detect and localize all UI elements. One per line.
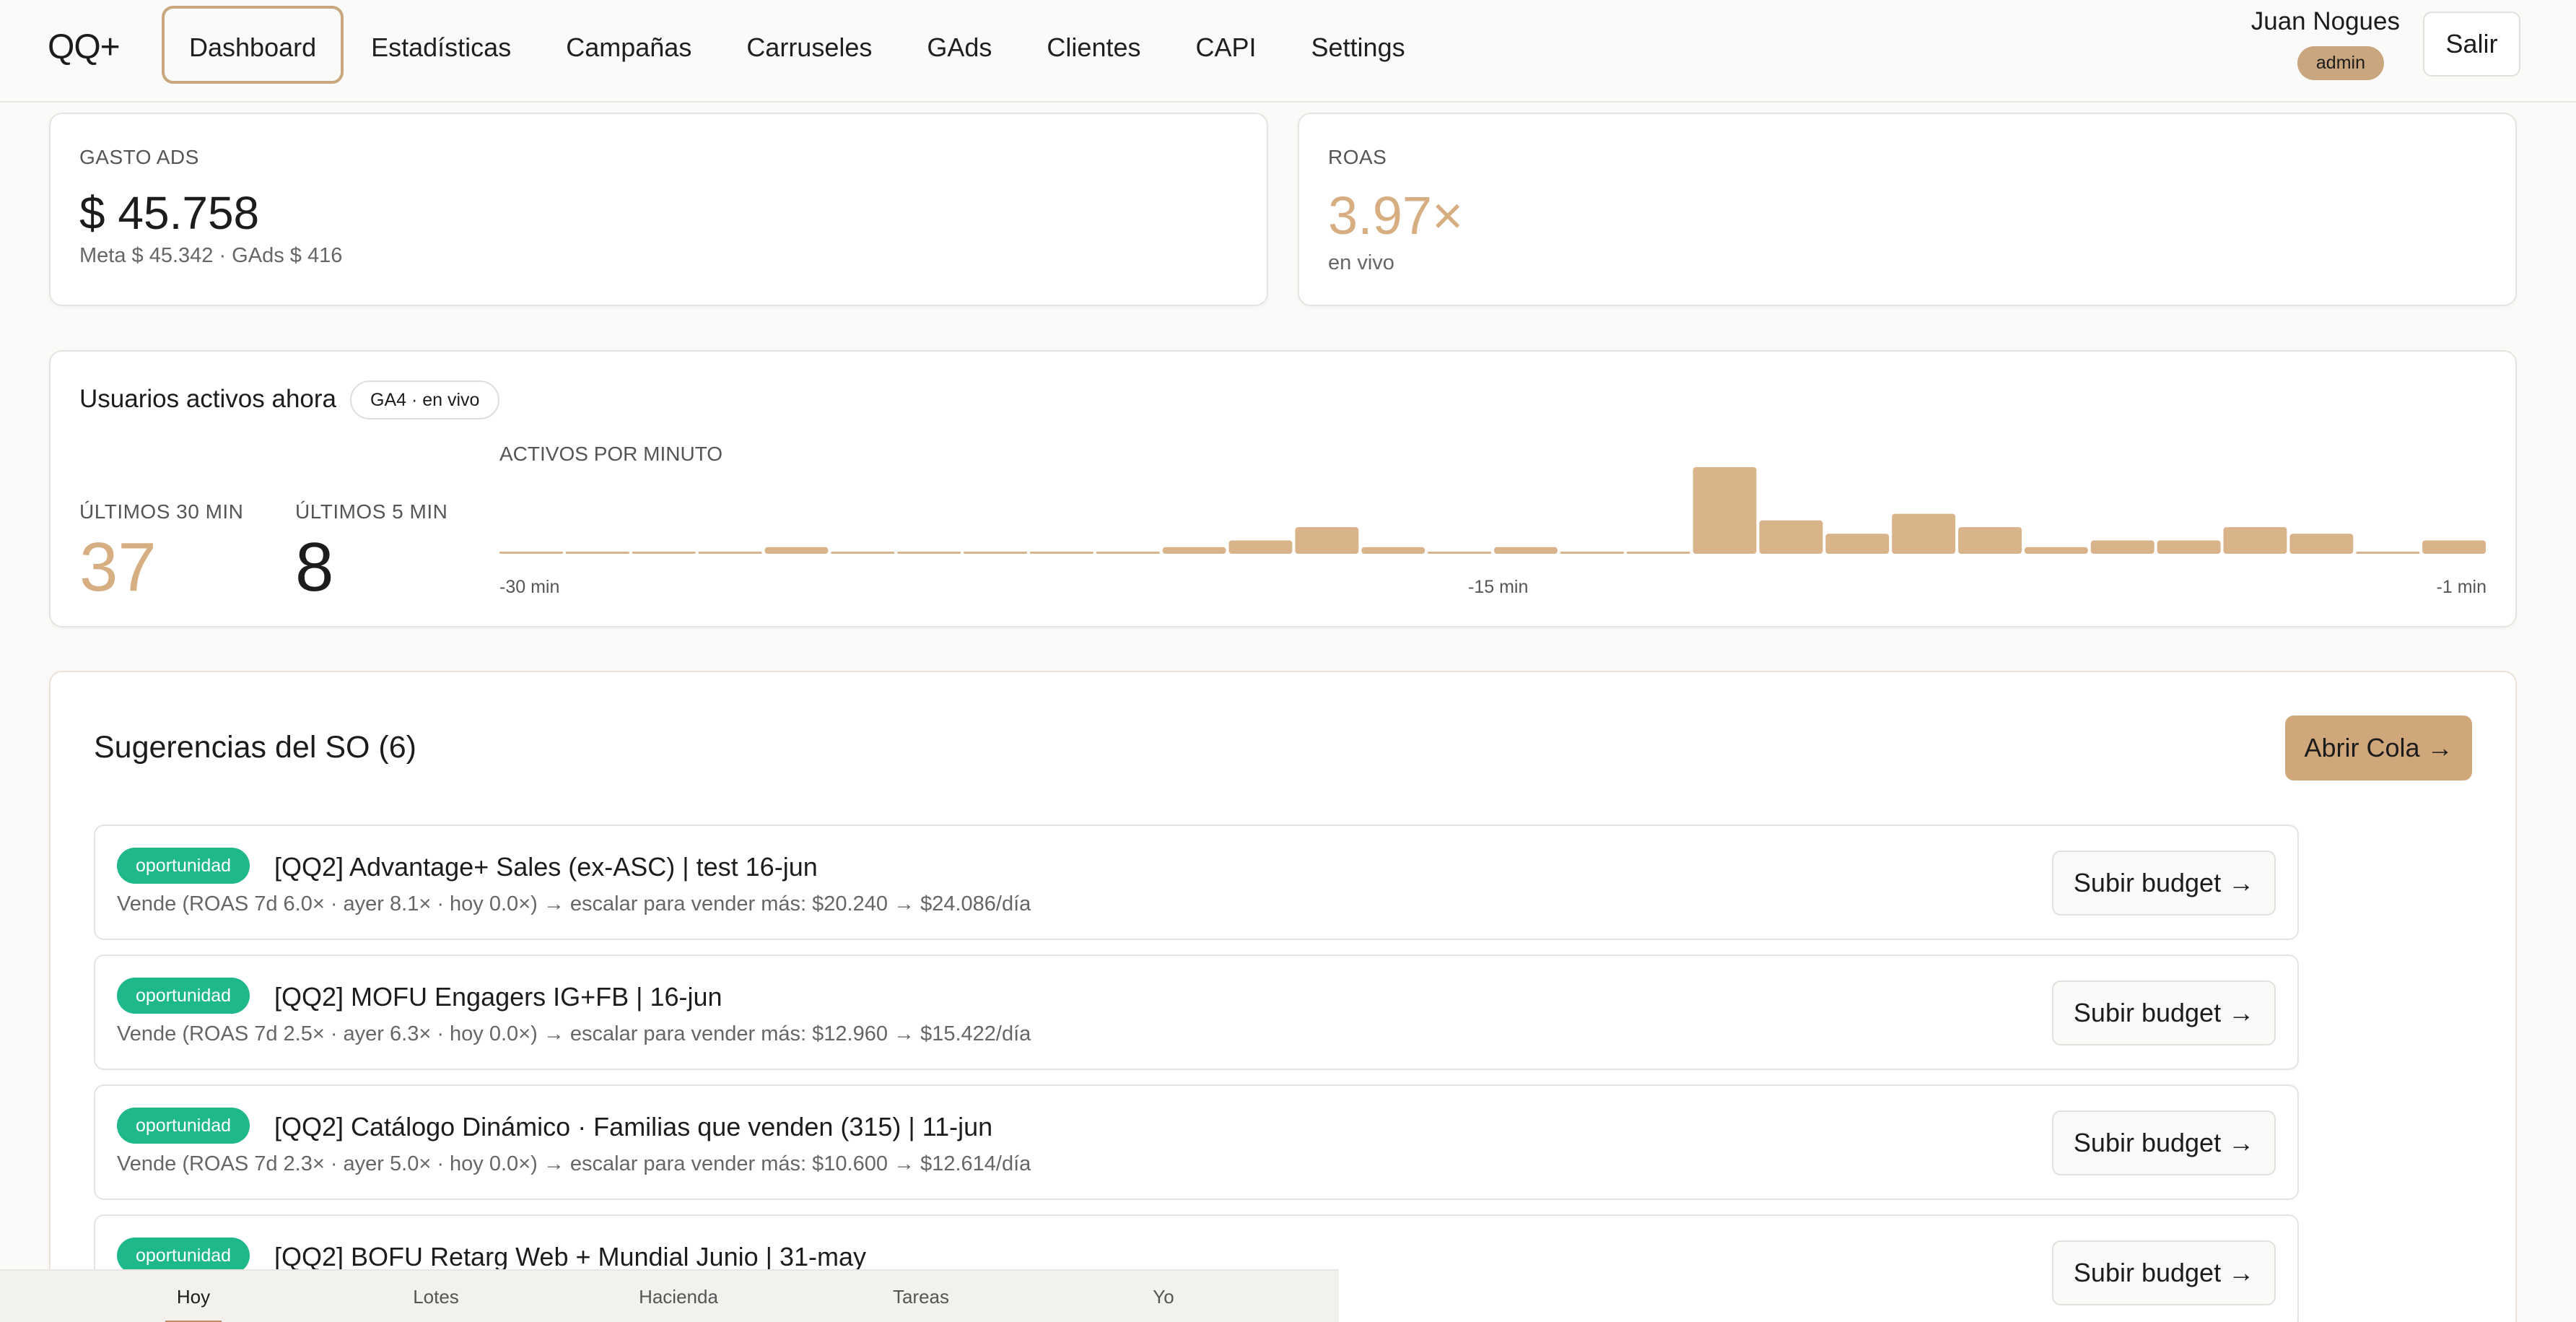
opportunity-tag: oportunidad — [117, 1238, 250, 1274]
chart-bar-4 — [764, 547, 829, 554]
chart-bar-3 — [698, 552, 762, 554]
ga4-live-pill: GA4 · en vivo — [350, 380, 500, 419]
roas-label: ROAS — [1328, 146, 1387, 168]
brand-logo[interactable]: QQ+ — [48, 27, 121, 67]
opportunity-tag: oportunidad — [117, 1108, 250, 1144]
active-users-card: Usuarios activos ahora GA4 · en vivo ÚLT… — [49, 350, 2517, 627]
chart-bar-2 — [632, 552, 696, 554]
bottom-tab-lotes[interactable]: Lotes — [315, 1271, 557, 1322]
opportunity-tag: oportunidad — [117, 978, 250, 1014]
chart-bar-12 — [1295, 527, 1359, 554]
chart-bar-13 — [1361, 547, 1425, 554]
user-name: Juan Nogues — [2250, 7, 2400, 35]
tab-carruseles[interactable]: Carruseles — [719, 6, 899, 84]
tab-campanas[interactable]: Campañas — [538, 6, 719, 84]
suggestion-row: oportunidad [QQ2] MOFU Engagers IG+FB | … — [94, 954, 2299, 1070]
tab-estadisticas[interactable]: Estadísticas — [344, 6, 538, 84]
tab-dashboard[interactable]: Dashboard — [162, 6, 344, 84]
chart-bar-5 — [831, 552, 895, 554]
suggestion-desc: Vende (ROAS 7d 2.5× · ayer 6.3× · hoy 0.… — [117, 1022, 1031, 1045]
active-users-title: Usuarios activos ahora — [79, 385, 336, 413]
suggestion-row: oportunidad [QQ2] Advantage+ Sales (ex-A… — [94, 825, 2299, 940]
chart-bar-8 — [1029, 552, 1093, 554]
bottom-tab-yo[interactable]: Yo — [1042, 1271, 1285, 1322]
chart-bar-14 — [1428, 552, 1491, 554]
x-tick-mid: -15 min — [1468, 577, 1529, 597]
chart-title: ACTIVOS POR MINUTO — [499, 443, 723, 465]
chart-bar-22 — [1958, 527, 2022, 554]
raise-budget-button[interactable]: Subir budget → — [2052, 1240, 2276, 1305]
tab-clientes[interactable]: Clientes — [1019, 6, 1168, 84]
tab-capi[interactable]: CAPI — [1168, 6, 1283, 84]
chart-bar-21 — [1892, 513, 1956, 554]
bottom-tab-tareas[interactable]: Tareas — [800, 1271, 1042, 1322]
chart-bar-0 — [499, 552, 563, 554]
chart-bar-11 — [1228, 540, 1293, 554]
chart-bar-16 — [1560, 552, 1624, 554]
chart-bar-25 — [2157, 540, 2221, 554]
roas-card: ROAS 3.97× en vivo — [1298, 113, 2517, 306]
active-per-minute-chart — [499, 467, 2486, 554]
opportunity-tag: oportunidad — [117, 848, 250, 884]
chart-bar-7 — [964, 552, 1027, 554]
last30-value: 37 — [79, 529, 157, 606]
chart-bar-24 — [2090, 540, 2154, 554]
top-navigation: QQ+ Dashboard Estadísticas Campañas Carr… — [0, 0, 2576, 103]
main-tabs: Dashboard Estadísticas Campañas Carrusel… — [162, 6, 1433, 84]
raise-budget-button[interactable]: Subir budget → — [2052, 1110, 2276, 1175]
open-queue-button[interactable]: Abrir Cola → — [2285, 716, 2472, 780]
bottom-tab-bar: Hoy Lotes Hacienda Tareas Yo — [0, 1269, 1339, 1322]
ads-spend-card: GASTO ADS $ 45.758 Meta $ 45.342 · GAds … — [49, 113, 1268, 306]
chart-bar-28 — [2356, 552, 2420, 554]
suggestion-title: [QQ2] MOFU Engagers IG+FB | 16-jun — [274, 982, 722, 1012]
chart-bar-20 — [1825, 534, 1890, 554]
chart-bar-18 — [1693, 467, 1757, 554]
suggestions-title: Sugerencias del SO (6) — [94, 730, 416, 765]
chart-bar-27 — [2289, 534, 2354, 554]
last5-label: ÚLTIMOS 5 MIN — [295, 500, 448, 523]
roas-value: 3.97× — [1328, 186, 1464, 245]
ads-spend-breakdown: Meta $ 45.342 · GAds $ 416 — [79, 244, 343, 267]
suggestion-desc: Vende (ROAS 7d 6.0× · ayer 8.1× · hoy 0.… — [117, 892, 1031, 916]
bottom-tab-hacienda[interactable]: Hacienda — [557, 1271, 800, 1322]
chart-bar-26 — [2223, 527, 2287, 554]
suggestion-desc: Vende (ROAS 7d 2.3× · ayer 5.0× · hoy 0.… — [117, 1152, 1031, 1175]
last5-value: 8 — [295, 529, 334, 606]
ads-spend-value: $ 45.758 — [79, 187, 260, 239]
user-info: Juan Nogues admin — [2227, 7, 2400, 80]
suggestion-title: [QQ2] BOFU Retarg Web + Mundial Junio | … — [274, 1242, 867, 1271]
chart-bar-29 — [2422, 540, 2486, 554]
chart-bar-15 — [1494, 547, 1558, 554]
roas-sub: en vivo — [1328, 251, 1394, 274]
suggestion-title: [QQ2] Advantage+ Sales (ex-ASC) | test 1… — [274, 852, 818, 882]
tab-settings[interactable]: Settings — [1284, 6, 1433, 84]
x-tick-start: -30 min — [499, 577, 560, 597]
chart-bar-1 — [565, 552, 629, 554]
suggestions-card: Sugerencias del SO (6) Abrir Cola → opor… — [49, 671, 2517, 1322]
bottom-tab-hoy[interactable]: Hoy — [72, 1271, 315, 1322]
chart-bar-9 — [1096, 552, 1160, 554]
role-badge: admin — [2297, 46, 2384, 80]
tab-gads[interactable]: GAds — [899, 6, 1019, 84]
x-tick-end: -1 min — [2436, 577, 2487, 597]
chart-bar-6 — [897, 552, 961, 554]
chart-bar-19 — [1759, 520, 1823, 554]
ads-spend-label: GASTO ADS — [79, 146, 199, 168]
chart-bar-10 — [1162, 547, 1226, 554]
chart-bar-17 — [1626, 552, 1690, 554]
raise-budget-button[interactable]: Subir budget → — [2052, 980, 2276, 1045]
last30-label: ÚLTIMOS 30 MIN — [79, 500, 244, 523]
suggestion-row: oportunidad [QQ2] Catálogo Dinámico · Fa… — [94, 1084, 2299, 1200]
chart-bar-23 — [2024, 547, 2088, 554]
logout-button[interactable]: Salir — [2423, 12, 2520, 77]
suggestion-title: [QQ2] Catálogo Dinámico · Familias que v… — [274, 1112, 993, 1141]
raise-budget-button[interactable]: Subir budget → — [2052, 851, 2276, 916]
